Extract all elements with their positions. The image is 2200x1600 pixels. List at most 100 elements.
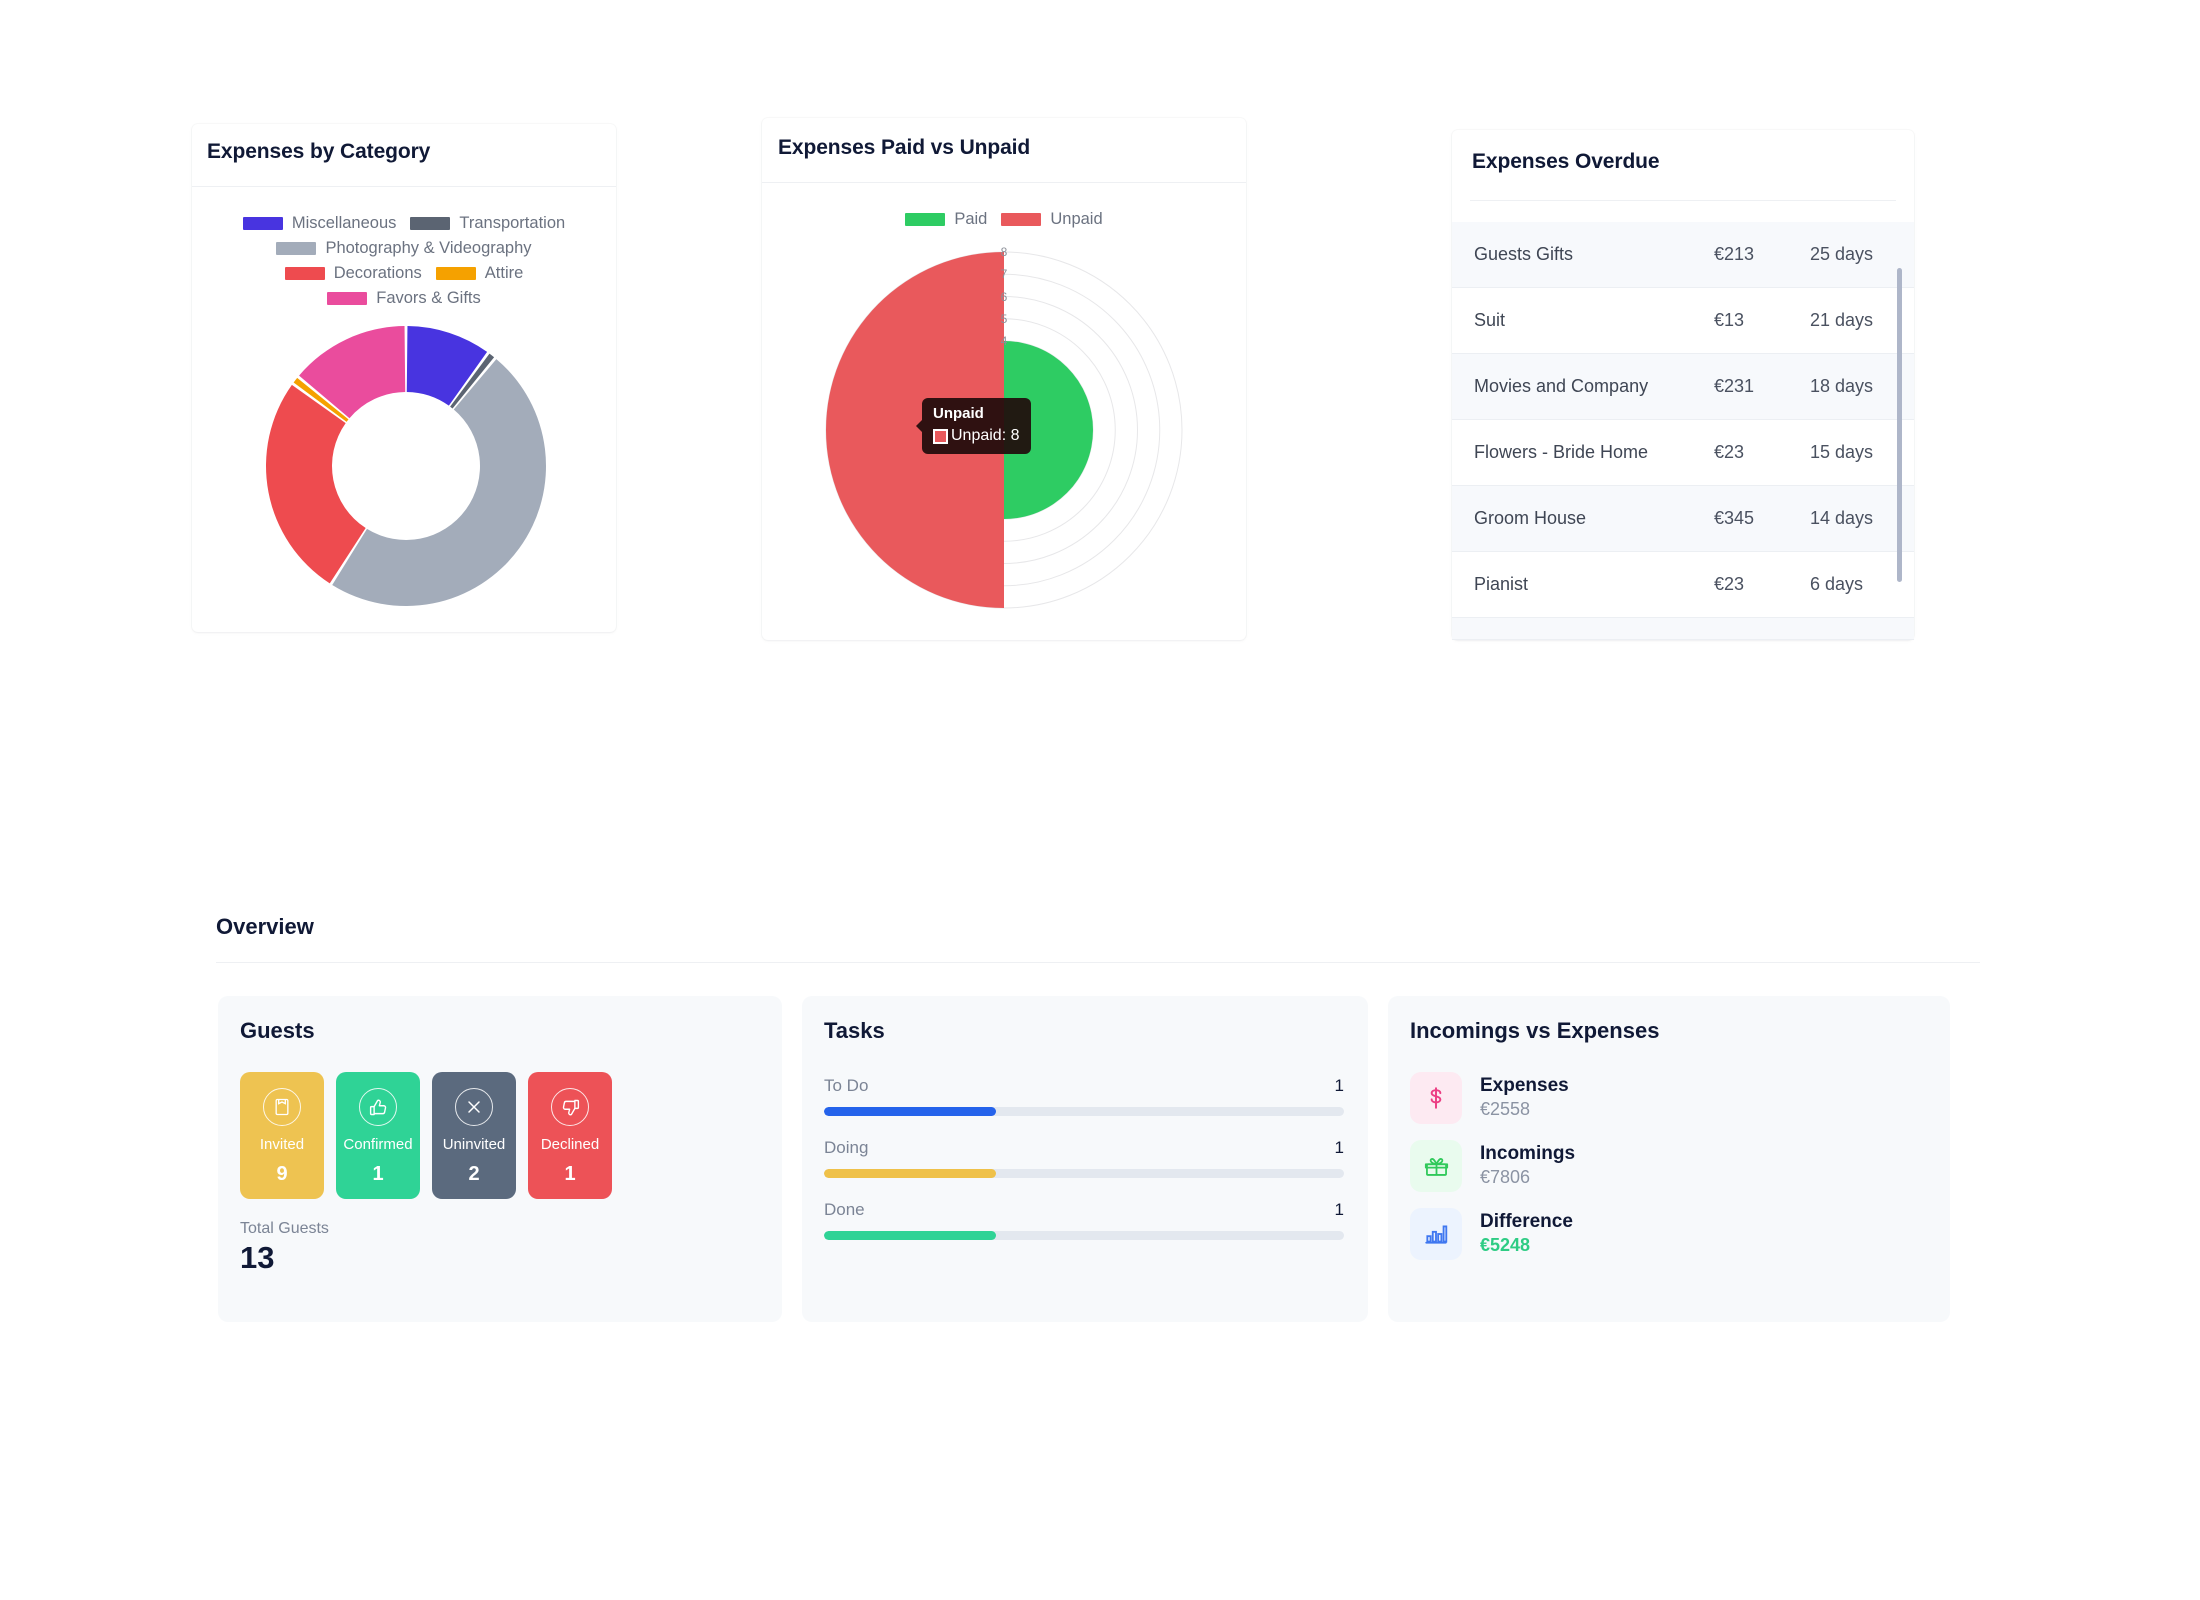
- expenses-overdue-card: Expenses Overdue Guests Gifts €213 25 days…: [1452, 130, 1914, 640]
- chart-tooltip: Unpaid Unpaid: 8: [916, 398, 1031, 454]
- task-name: Done: [824, 1200, 865, 1219]
- tooltip-row: Unpaid: 8: [933, 427, 1020, 445]
- overdue-amount: €345: [1714, 508, 1755, 528]
- polar-tick-label: 4: [1000, 334, 1008, 348]
- guest-tile-count: 1: [564, 1162, 576, 1185]
- task-name: To Do: [824, 1076, 869, 1095]
- guest-tile-declined[interactable]: Declined 1: [528, 1072, 612, 1199]
- expenses-by-category-donut-chart[interactable]: [264, 324, 548, 608]
- task-count: 1: [1334, 1200, 1344, 1219]
- task-progress-track[interactable]: [824, 1107, 1344, 1116]
- overdue-scrollbar[interactable]: [1897, 222, 1902, 640]
- legend-swatch-decorations: [284, 267, 325, 280]
- incomings-row-expenses[interactable]: Expenses €2558: [1410, 1072, 1920, 1124]
- close-icon: [455, 1088, 493, 1126]
- overdue-expense-name: Guests Gifts: [1474, 244, 1574, 264]
- table-row[interactable]: Guests Gifts €213 25 days: [1452, 222, 1914, 288]
- legend-item[interactable]: Unpaid: [1001, 210, 1103, 229]
- overdue-amount: €13: [1714, 310, 1745, 330]
- expenses-paid-vs-unpaid-title: Expenses Paid vs Unpaid: [778, 136, 1031, 159]
- task-count: 1: [1334, 1076, 1344, 1095]
- legend-item[interactable]: Paid: [905, 210, 987, 229]
- expenses-paid-vs-unpaid-card: Expenses Paid vs Unpaid Paid Unpaid 4 5 6 7…: [762, 118, 1246, 640]
- task-progress-fill: [824, 1231, 996, 1240]
- tasks-panel: Tasks To Do 1 Doing 1 Done 1: [802, 996, 1368, 1322]
- overdue-expense-name: Groom House: [1474, 508, 1587, 528]
- legend-item[interactable]: Miscellaneous: [242, 214, 396, 233]
- task-head: To Do 1: [824, 1076, 1344, 1096]
- legend-item[interactable]: Favors & Gifts: [327, 289, 481, 308]
- task-progress-track[interactable]: [824, 1169, 1344, 1178]
- table-row[interactable]: Groom House €345 14 days: [1452, 486, 1914, 552]
- legend-label: Photography & Videography: [325, 239, 532, 257]
- incomings-label: Difference: [1480, 1211, 1573, 1233]
- table-row[interactable]: Suit €13 21 days: [1452, 288, 1914, 354]
- guest-tiles-row: Invited 9 Confirmed 1 Uninvited 2 Declined 1: [240, 1072, 612, 1199]
- incomings-panel-title: Incomings vs Expenses: [1410, 1018, 1660, 1043]
- table-row[interactable]: Pianist €23 6 days: [1452, 552, 1914, 618]
- divider: [762, 182, 1246, 183]
- table-row[interactable]: Flowers - Bride Home €23 15 days: [1452, 420, 1914, 486]
- dashboard-page: Expenses by Category Miscellaneous Trans…: [0, 0, 2200, 1600]
- overdue-rows-container: Guests Gifts €213 25 days Suit €13 21 days Mov…: [1452, 222, 1914, 640]
- gift-icon: [1410, 1140, 1462, 1192]
- overdue-amount: €23: [1714, 574, 1745, 594]
- table-row-partial[interactable]: [1452, 618, 1914, 640]
- legend-swatch-photography-videography: [276, 242, 317, 255]
- task-head: Doing 1: [824, 1138, 1344, 1158]
- overdue-expense-name: Flowers - Bride Home: [1474, 442, 1649, 462]
- polar-tick-label: 8: [1000, 245, 1008, 259]
- total-guests-value: 13: [240, 1240, 275, 1275]
- incomings-row-incomings[interactable]: Incomings €7806: [1410, 1140, 1920, 1192]
- guest-tile-invited[interactable]: Invited 9: [240, 1072, 324, 1199]
- incomings-value: €7806: [1480, 1167, 1531, 1188]
- tooltip-swatch-unpaid: [933, 428, 948, 444]
- expenses-by-category-card: Expenses by Category Miscellaneous Trans…: [192, 124, 616, 632]
- legend-label: Paid: [954, 210, 988, 228]
- overdue-days: 6 days: [1810, 574, 1864, 594]
- donut-svg: [266, 326, 546, 606]
- expenses-paid-vs-unpaid-polar-chart[interactable]: 4 5 6 7 8 Unpaid Unpaid: 8: [774, 240, 1234, 620]
- guest-tile-label: Confirmed: [343, 1136, 413, 1153]
- legend-label: Attire: [484, 264, 524, 282]
- total-guests-block: Total Guests 13: [240, 1220, 329, 1276]
- task-row-doing: Doing 1: [824, 1138, 1344, 1178]
- divider: [1470, 200, 1896, 201]
- legend-item[interactable]: Transportation: [410, 214, 565, 233]
- thumbs-down-icon: [551, 1088, 589, 1126]
- legend-label: Favors & Gifts: [376, 289, 481, 307]
- expenses-by-category-title: Expenses by Category: [207, 140, 431, 163]
- expenses-overdue-table[interactable]: Guests Gifts €213 25 days Suit €13 21 days Mov…: [1452, 222, 1914, 640]
- incomings-row-difference[interactable]: Difference €5248: [1410, 1208, 1920, 1260]
- overview-heading: Overview: [216, 914, 314, 939]
- overdue-days: 25 days: [1810, 244, 1874, 264]
- legend-swatch-favors-gifts: [327, 292, 368, 305]
- task-progress-track[interactable]: [824, 1231, 1344, 1240]
- guest-tile-confirmed[interactable]: Confirmed 1: [336, 1072, 420, 1199]
- guests-panel: Guests Invited 9 Confirmed 1 Uninvited 2 Decli…: [218, 996, 782, 1322]
- guest-tile-label: Declined: [540, 1136, 600, 1153]
- legend-item[interactable]: Decorations: [284, 264, 422, 283]
- incomings-vs-expenses-panel: Incomings vs Expenses Expenses €2558 Incom…: [1388, 996, 1950, 1322]
- incomings-text: Incomings €7806: [1480, 1142, 1575, 1189]
- polar-tick-label: 6: [1000, 289, 1008, 304]
- legend-item[interactable]: Attire: [435, 264, 524, 283]
- legend-swatch-paid: [905, 213, 946, 226]
- guest-tile-label: Invited: [259, 1136, 305, 1153]
- guest-tile-count: 9: [276, 1162, 288, 1185]
- donut-legend: Miscellaneous Transportation Photography…: [192, 214, 616, 308]
- legend-item[interactable]: Photography & Videography: [276, 239, 532, 258]
- overdue-days: 21 days: [1810, 310, 1874, 330]
- envelope-icon: [263, 1088, 301, 1126]
- table-row[interactable]: Movies and Company €231 18 days: [1452, 354, 1914, 420]
- incomings-value: €5248: [1480, 1235, 1531, 1256]
- task-row-done: Done 1: [824, 1200, 1344, 1240]
- task-progress-fill: [824, 1107, 996, 1116]
- legend-swatch-attire: [435, 267, 476, 280]
- incomings-rows-container: Expenses €2558 Incomings €7806 Difference €52…: [1410, 1072, 1920, 1276]
- polar-tick-label: 5: [1000, 311, 1008, 326]
- overdue-expense-name: Pianist: [1474, 574, 1529, 594]
- task-progress-fill: [824, 1169, 996, 1178]
- guest-tile-uninvited[interactable]: Uninvited 2: [432, 1072, 516, 1199]
- overdue-scrollbar-thumb[interactable]: [1897, 268, 1902, 582]
